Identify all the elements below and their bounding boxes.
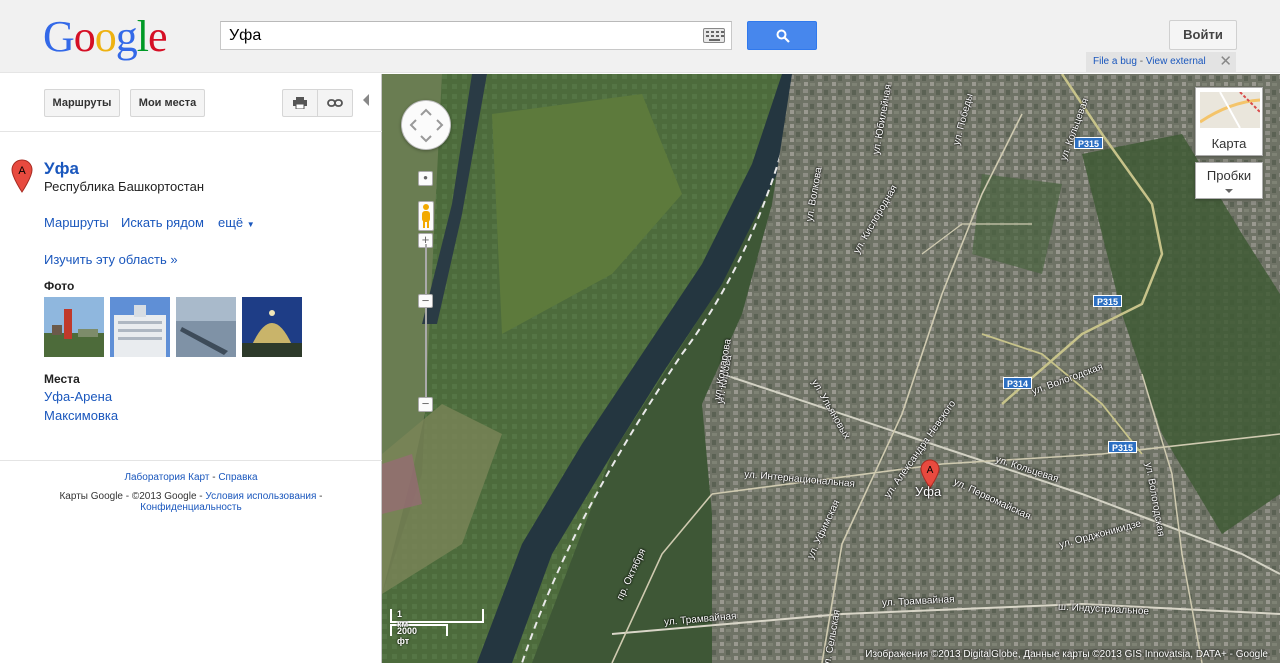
dot-icon: • — [423, 170, 428, 185]
zoom-slider-handle[interactable]: − — [418, 294, 433, 308]
pan-arrows-icon — [409, 108, 444, 143]
close-icon[interactable]: ✕ — [1219, 52, 1232, 71]
street-view-pegman[interactable] — [418, 201, 434, 231]
map-type-thumbnail — [1200, 92, 1260, 128]
divider — [0, 460, 382, 461]
places-heading: Места — [44, 372, 80, 386]
collapse-panel-icon[interactable] — [363, 94, 369, 106]
maps-lab-link[interactable]: Лаборатория Карт — [124, 472, 209, 483]
pan-control[interactable] — [401, 100, 451, 150]
routes-button[interactable]: Маршруты — [44, 89, 120, 117]
keyboard-icon[interactable] — [703, 28, 725, 43]
help-link[interactable]: Справка — [218, 472, 257, 483]
terms-link[interactable]: Условия использования — [205, 491, 316, 502]
map-attribution: Изображения ©2013 DigitalGlobe, Данные к… — [863, 649, 1270, 660]
pegman-icon — [422, 204, 430, 228]
link-button[interactable] — [317, 89, 353, 117]
more-label: ещё — [218, 215, 244, 230]
scale-ft: 2000 фт — [397, 626, 418, 646]
map-imagery — [382, 74, 1280, 663]
signin-button[interactable]: Войти — [1169, 20, 1237, 50]
panel-footer: Лаборатория Карт - Справка Карты Google … — [0, 472, 382, 513]
search-icon — [776, 29, 790, 43]
link-icon — [327, 99, 343, 107]
chevron-down-icon — [1225, 189, 1233, 193]
search-button[interactable] — [747, 21, 817, 50]
zoom-slider-track[interactable] — [425, 244, 427, 404]
footer-sep: - — [209, 472, 219, 483]
route-shield: P315 — [1093, 295, 1123, 307]
satellite-map[interactable]: P315 P315 P314 P315 ул. Юбилейная ул. По… — [382, 74, 1280, 663]
zoom-out-button[interactable]: − — [418, 397, 433, 412]
search-input-value[interactable]: Уфа — [229, 27, 261, 45]
route-shield: P315 — [1074, 137, 1104, 149]
view-external-link[interactable]: View external — [1146, 56, 1206, 67]
route-shield: P314 — [1003, 377, 1033, 389]
place-link[interactable]: Уфа-Арена — [44, 389, 112, 404]
bug-bar: File a bug - View external ✕ — [1086, 52, 1236, 72]
traffic-label: Пробки — [1206, 168, 1252, 183]
zoom-reset-button[interactable]: • — [418, 171, 433, 186]
search-input[interactable]: Уфа — [220, 21, 732, 50]
photo-thumbnail[interactable] — [110, 297, 170, 357]
divider — [0, 131, 382, 132]
route-shield: P315 — [1108, 441, 1138, 453]
file-bug-link[interactable]: File a bug — [1093, 56, 1137, 67]
chevron-down-icon: ▼ — [246, 220, 255, 229]
action-more-link[interactable]: ещё ▼ — [218, 215, 255, 230]
print-button[interactable] — [282, 89, 318, 117]
place-subtitle: Республика Башкортостан — [44, 179, 204, 194]
bug-sep: - — [1136, 56, 1146, 67]
action-routes-link[interactable]: Маршруты — [44, 215, 109, 230]
place-link[interactable]: Максимовка — [44, 408, 118, 423]
photos-heading: Фото — [44, 279, 75, 293]
print-icon — [293, 97, 307, 110]
traffic-button[interactable]: Пробки — [1195, 162, 1263, 199]
action-nearby-link[interactable]: Искать рядом — [121, 215, 204, 230]
map-marker-letter: A — [927, 465, 934, 476]
google-logo[interactable]: Google — [43, 12, 168, 62]
photo-thumbnail[interactable] — [44, 297, 104, 357]
photo-thumbnail[interactable] — [242, 297, 302, 357]
place-title[interactable]: Уфа — [44, 159, 79, 179]
copyright-text: Карты Google - ©2013 Google - — [59, 491, 206, 502]
privacy-link[interactable]: Конфиденциальность — [140, 502, 241, 513]
marker-a-icon: A — [11, 159, 33, 193]
marker-letter: A — [18, 165, 26, 177]
footer-sep: - — [316, 491, 323, 502]
my-places-button[interactable]: Мои места — [130, 89, 205, 117]
city-label: Уфа — [915, 484, 942, 499]
map-type-label: Карта — [1211, 136, 1247, 151]
side-panel: Маршруты Мои места A Уфа Республика Башк… — [0, 74, 382, 663]
photo-thumbnail[interactable] — [176, 297, 236, 357]
top-bar: Google Уфа Войти File a bug - View exter… — [0, 0, 1280, 73]
explore-area-link[interactable]: Изучить эту область » — [44, 252, 178, 267]
map-type-button[interactable]: Карта — [1195, 87, 1263, 156]
